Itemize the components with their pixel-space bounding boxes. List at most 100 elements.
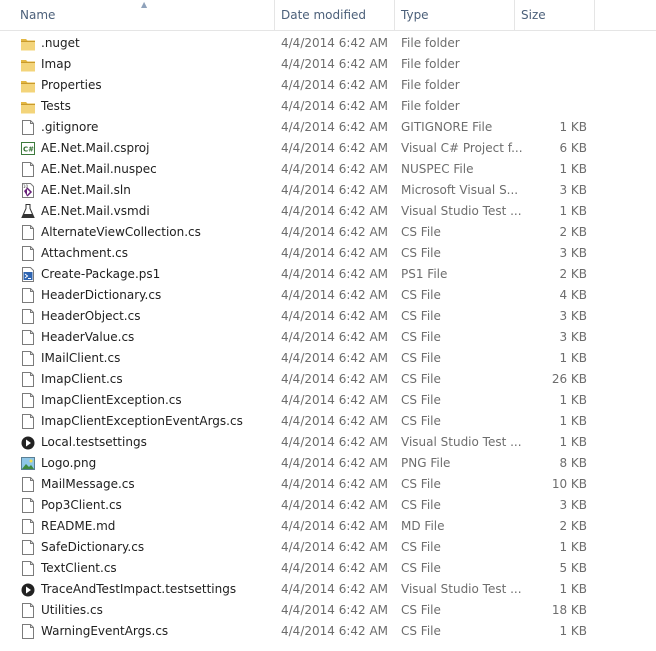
file-name: WarningEventArgs.cs [41,624,169,638]
file-type: CS File [401,372,441,386]
file-type: CS File [401,624,441,638]
file-row[interactable]: Tests 4/4/2014 6:42 AM File folder [0,96,656,117]
file-row[interactable]: IMailClient.cs 4/4/2014 6:42 AM CS File 1 K… [0,348,656,369]
file-name: SafeDictionary.cs [41,540,145,554]
column-header-bar: Name ▲ Date modified Type Size [0,0,656,31]
file-date-modified: 4/4/2014 6:42 AM [281,183,389,197]
file-row[interactable]: AE.Net.Mail.vsmdi 4/4/2014 6:42 AM Visual … [0,201,656,222]
file-name: Attachment.cs [41,246,129,260]
file-name: ImapClientExceptionEventArgs.cs [41,414,243,428]
file-type: Visual C# Project f... [401,141,523,155]
file-name: Utilities.cs [41,603,103,617]
file-type: CS File [401,561,441,575]
file-size: 1 KB [559,540,587,554]
file-row[interactable]: TraceAndTestImpact.testsettings 4/4/2014 … [0,579,656,600]
file-date-modified: 4/4/2014 6:42 AM [281,414,389,428]
svg-text:C#: C# [23,146,34,154]
file-date-modified: 4/4/2014 6:42 AM [281,519,389,533]
file-size: 3 KB [559,498,587,512]
file-size: 2 KB [559,267,587,281]
file-date-modified: 4/4/2014 6:42 AM [281,330,389,344]
file-date-modified: 4/4/2014 6:42 AM [281,435,389,449]
column-header-date-modified[interactable]: Date modified [274,0,394,30]
file-row[interactable]: ImapClient.cs 4/4/2014 6:42 AM CS File 26 K… [0,369,656,390]
file-size: 4 KB [559,288,587,302]
file-row[interactable]: HeaderObject.cs 4/4/2014 6:42 AM CS File 3 … [0,306,656,327]
file-size: 1 KB [559,393,587,407]
file-size: 6 KB [559,141,587,155]
file-row[interactable]: WarningEventArgs.cs 4/4/2014 6:42 AM CS Fi… [0,621,656,642]
column-header-type[interactable]: Type [394,0,514,30]
file-date-modified: 4/4/2014 6:42 AM [281,624,389,638]
file-type: MD File [401,519,445,533]
file-row[interactable]: AlternateViewCollection.cs 4/4/2014 6:42 … [0,222,656,243]
powershell-icon [20,266,36,283]
file-size: 3 KB [559,330,587,344]
file-list: .nuget 4/4/2014 6:42 AM File folder Imap 4/4… [0,33,656,642]
file-date-modified: 4/4/2014 6:42 AM [281,57,389,71]
file-icon [20,539,36,556]
file-size: 10 KB [551,477,587,491]
file-name: AE.Net.Mail.csproj [41,141,150,155]
file-icon [20,413,36,430]
column-header-type-label: Type [401,8,429,22]
file-icon [20,392,36,409]
file-row[interactable]: TextClient.cs 4/4/2014 6:42 AM CS File 5 KB [0,558,656,579]
file-size: 1 KB [559,435,587,449]
file-type: CS File [401,498,441,512]
file-date-modified: 4/4/2014 6:42 AM [281,561,389,575]
file-row[interactable]: Utilities.cs 4/4/2014 6:42 AM CS File 18 KB [0,600,656,621]
file-name: ImapClientException.cs [41,393,182,407]
file-row[interactable]: 10 AE.Net.Mail.sln 4/4/2014 6:42 AM Microso… [0,180,656,201]
file-row[interactable]: Imap 4/4/2014 6:42 AM File folder [0,54,656,75]
file-type: Visual Studio Test ... [401,204,522,218]
file-row[interactable]: Pop3Client.cs 4/4/2014 6:42 AM CS File 3 KB [0,495,656,516]
file-icon [20,287,36,304]
file-type: PNG File [401,456,451,470]
column-header-size[interactable]: Size [514,0,594,30]
file-row[interactable]: Properties 4/4/2014 6:42 AM File folder [0,75,656,96]
file-date-modified: 4/4/2014 6:42 AM [281,225,389,239]
file-row[interactable]: Attachment.cs 4/4/2014 6:42 AM CS File 3 KB [0,243,656,264]
file-row[interactable]: Create-Package.ps1 4/4/2014 6:42 AM PS1 Fi… [0,264,656,285]
file-date-modified: 4/4/2014 6:42 AM [281,309,389,323]
file-name: .gitignore [41,120,99,134]
file-name: Tests [41,99,71,113]
file-row[interactable]: ImapClientExceptionEventArgs.cs 4/4/2014 … [0,411,656,432]
folder-icon [20,77,36,94]
file-name: Properties [41,78,102,92]
file-icon [20,497,36,514]
file-row[interactable]: ImapClientException.cs 4/4/2014 6:42 AM CS… [0,390,656,411]
file-size: 2 KB [559,519,587,533]
file-row[interactable]: .gitignore 4/4/2014 6:42 AM GITIGNORE File… [0,117,656,138]
file-row[interactable]: Local.testsettings 4/4/2014 6:42 AM Visual… [0,432,656,453]
file-size: 1 KB [559,204,587,218]
file-row[interactable]: .nuget 4/4/2014 6:42 AM File folder [0,33,656,54]
file-name: ImapClient.cs [41,372,123,386]
file-name: AE.Net.Mail.vsmdi [41,204,150,218]
file-row[interactable]: C# AE.Net.Mail.csproj 4/4/2014 6:42 AM Visu… [0,138,656,159]
file-name: Local.testsettings [41,435,147,449]
file-name: AE.Net.Mail.sln [41,183,131,197]
file-icon [20,119,36,136]
file-type: NUSPEC File [401,162,474,176]
sln-icon: 10 [20,182,36,199]
file-type: CS File [401,603,441,617]
file-name: AlternateViewCollection.cs [41,225,201,239]
file-row[interactable]: HeaderValue.cs 4/4/2014 6:42 AM CS File 3 K… [0,327,656,348]
column-header-name-label: Name [20,8,56,22]
file-type: PS1 File [401,267,448,281]
file-row[interactable]: README.md 4/4/2014 6:42 AM MD File 2 KB [0,516,656,537]
file-row[interactable]: SafeDictionary.cs 4/4/2014 6:42 AM CS File… [0,537,656,558]
file-row[interactable]: HeaderDictionary.cs 4/4/2014 6:42 AM CS Fi… [0,285,656,306]
file-row[interactable]: Logo.png 4/4/2014 6:42 AM PNG File 8 KB [0,453,656,474]
file-row[interactable]: AE.Net.Mail.nuspec 4/4/2014 6:42 AM NUSPEC… [0,159,656,180]
folder-icon [20,35,36,52]
file-size: 1 KB [559,162,587,176]
file-size: 3 KB [559,309,587,323]
file-size: 3 KB [559,246,587,260]
file-row[interactable]: MailMessage.cs 4/4/2014 6:42 AM CS File 10 … [0,474,656,495]
file-icon [20,350,36,367]
file-icon [20,224,36,241]
file-name: AE.Net.Mail.nuspec [41,162,157,176]
